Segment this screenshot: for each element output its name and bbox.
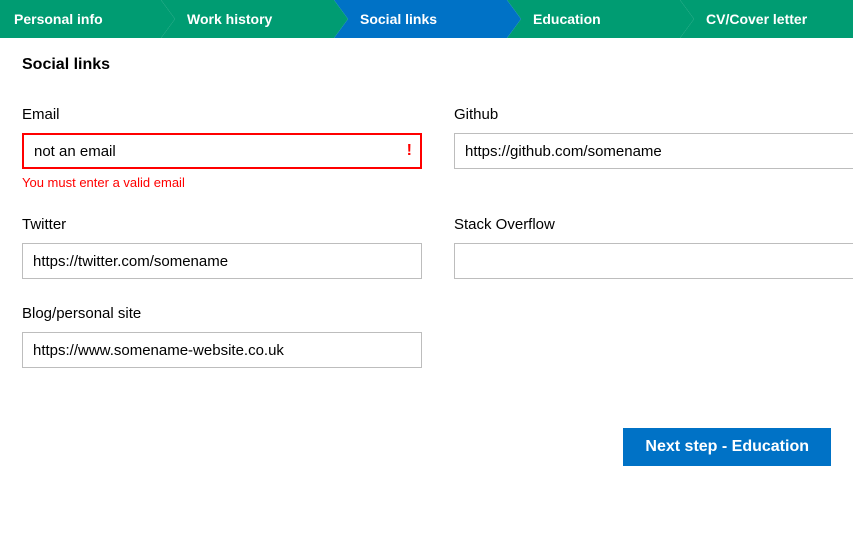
step-label: Personal info [14,11,103,27]
blog-input[interactable] [22,332,422,368]
step-label: Education [533,11,601,27]
github-input[interactable] [454,133,853,169]
field-twitter: Twitter [22,216,422,279]
email-label: Email [22,106,422,123]
page-content: Social links Email ! You must enter a va… [0,38,853,484]
stepper: Personal info Work history Social links … [0,0,853,38]
field-blog: Blog/personal site [22,305,422,368]
stackoverflow-label: Stack Overflow [454,216,853,233]
step-social-links[interactable]: Social links [334,0,507,38]
input-wrap: ! [22,133,422,169]
actions: Next step - Education [22,428,831,466]
form-grid: Email ! You must enter a valid email Git… [22,106,831,368]
step-label: Work history [187,11,272,27]
stackoverflow-input[interactable] [454,243,853,279]
input-wrap [454,133,853,169]
field-stackoverflow: Stack Overflow [454,216,853,279]
page-title: Social links [22,56,831,74]
field-email: Email ! You must enter a valid email [22,106,422,190]
step-cv-cover-letter[interactable]: CV/Cover letter [680,0,853,38]
email-input[interactable] [22,133,422,169]
email-error-message: You must enter a valid email [22,175,422,190]
step-education[interactable]: Education [507,0,680,38]
twitter-label: Twitter [22,216,422,233]
step-label: CV/Cover letter [706,11,807,27]
input-wrap [22,332,422,368]
twitter-input[interactable] [22,243,422,279]
blog-label: Blog/personal site [22,305,422,322]
field-github: Github [454,106,853,190]
error-icon: ! [407,142,412,160]
step-work-history[interactable]: Work history [161,0,334,38]
step-personal-info[interactable]: Personal info [0,0,161,38]
step-label: Social links [360,11,437,27]
next-step-button[interactable]: Next step - Education [623,428,831,466]
input-wrap [454,243,853,279]
github-label: Github [454,106,853,123]
input-wrap [22,243,422,279]
